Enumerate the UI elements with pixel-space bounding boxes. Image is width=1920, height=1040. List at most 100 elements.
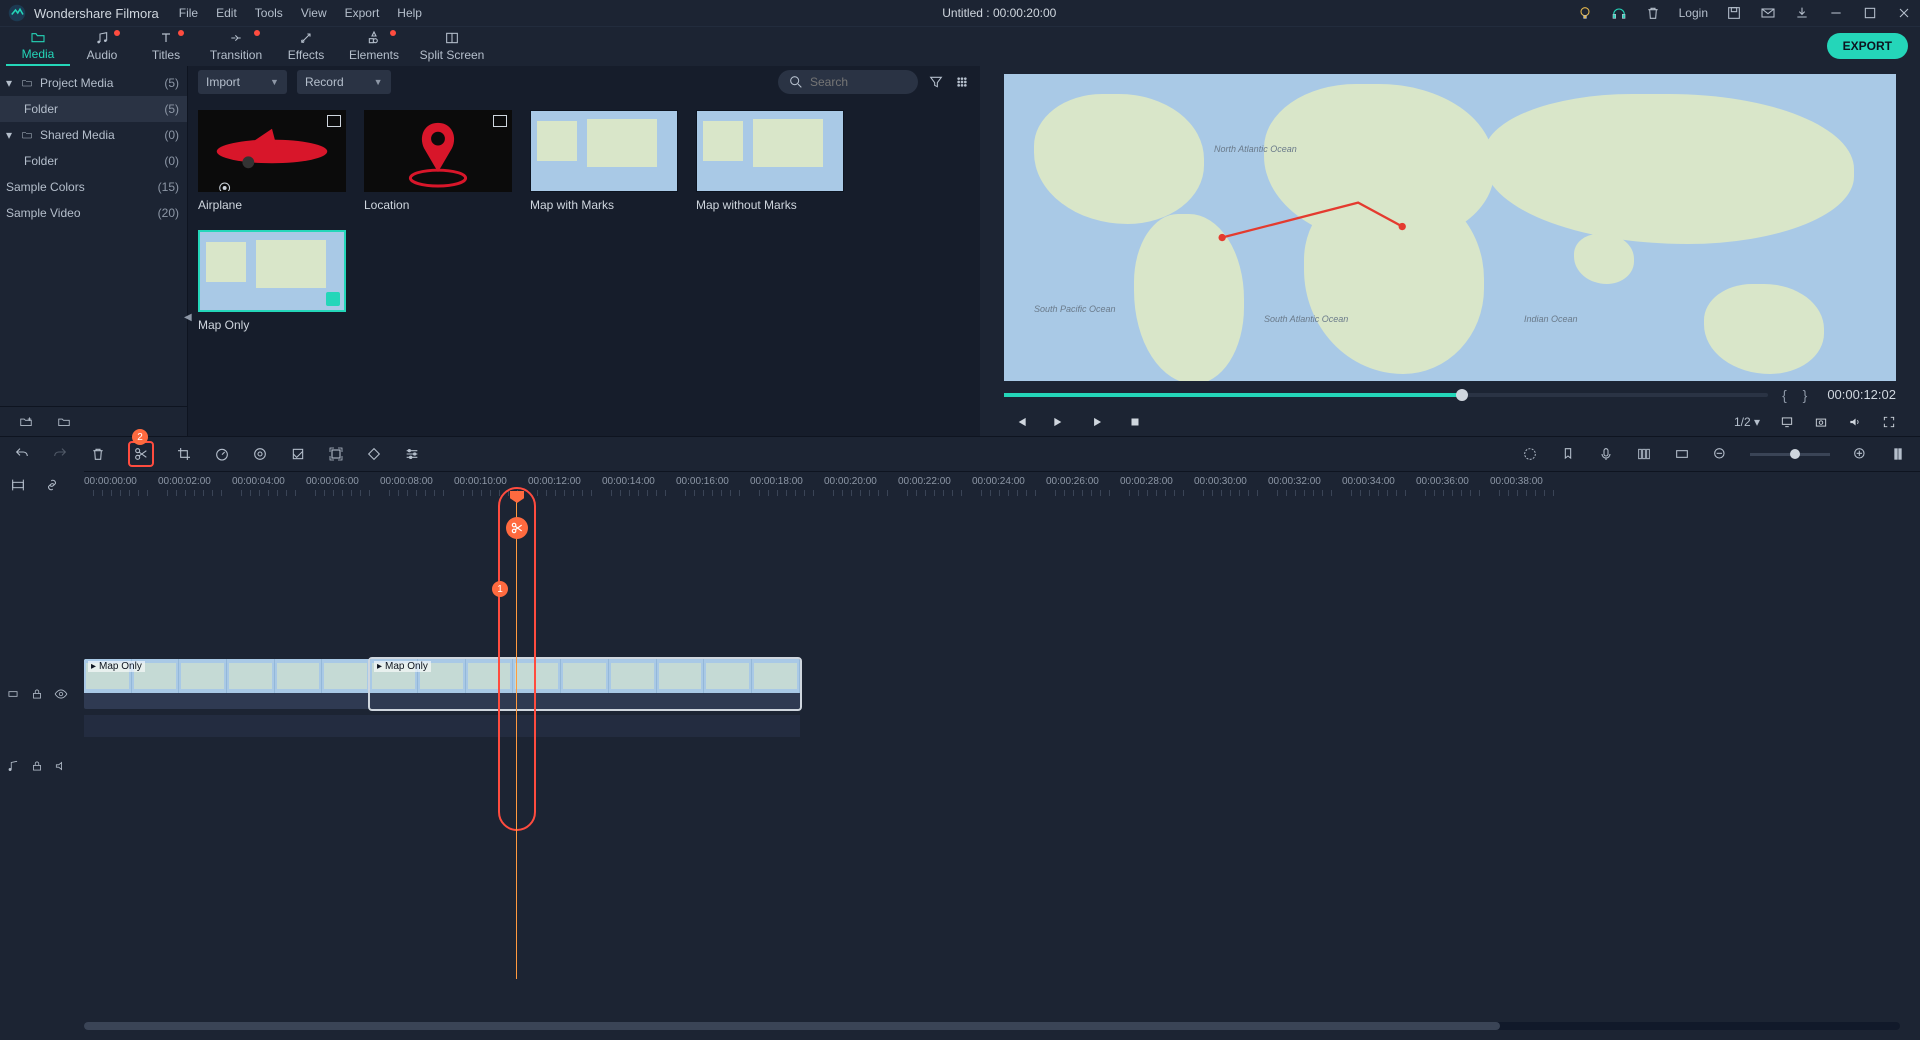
prev-frame-icon[interactable]	[1014, 415, 1028, 429]
undo-icon[interactable]	[14, 446, 30, 462]
preview-panel: North Atlantic Ocean South Pacific Ocean…	[980, 66, 1920, 436]
transition-icon	[228, 30, 244, 46]
media-item-map-nomarks[interactable]: Map without Marks	[696, 110, 844, 212]
volume-icon[interactable]	[1848, 415, 1862, 429]
voiceover-icon[interactable]	[1598, 446, 1614, 462]
maximize-icon[interactable]	[1862, 5, 1878, 21]
import-dropdown[interactable]: Import▼	[198, 70, 287, 94]
lock-icon[interactable]	[30, 687, 44, 701]
next-frame-icon[interactable]	[1052, 415, 1066, 429]
timeline-ruler[interactable]: 00:00:00:0000:00:02:0000:00:04:0000:00:0…	[84, 471, 1920, 499]
clip-map-only-1[interactable]: ▸Map Only	[84, 659, 370, 709]
sidebar-item-folder-1[interactable]: Folder(5)	[0, 96, 187, 122]
filter-icon[interactable]	[928, 74, 944, 90]
preview-progress[interactable]	[1004, 393, 1768, 397]
collapse-sidebar-icon[interactable]: ◀	[184, 312, 192, 323]
stop-icon[interactable]	[1128, 415, 1142, 429]
grid-view-icon[interactable]	[954, 74, 970, 90]
menu-help[interactable]: Help	[397, 6, 422, 20]
mail-icon[interactable]	[1760, 5, 1776, 21]
preview-timecode: 00:00:12:02	[1827, 387, 1896, 402]
sidebar-item-sample-video[interactable]: Sample Video(20)	[0, 200, 187, 226]
menu-export[interactable]: Export	[345, 6, 380, 20]
sidebar-item-project-media[interactable]: ▾Project Media(5)	[0, 70, 187, 96]
link-icon[interactable]	[44, 477, 60, 493]
marker-icon[interactable]	[1560, 446, 1576, 462]
trash-icon[interactable]	[1645, 5, 1661, 21]
display-icon[interactable]	[1780, 415, 1794, 429]
export-button[interactable]: EXPORT	[1827, 33, 1908, 59]
media-item-location[interactable]: Location	[364, 110, 512, 212]
render-icon[interactable]	[1522, 446, 1538, 462]
timeline-playhead[interactable]	[516, 499, 518, 979]
login-link[interactable]: Login	[1679, 6, 1708, 20]
zoom-out-icon[interactable]	[1712, 446, 1728, 462]
delete-icon[interactable]	[90, 446, 106, 462]
tab-splitscreen[interactable]: Split Screen	[410, 26, 494, 66]
timeline-scrollbar[interactable]	[84, 1022, 1900, 1030]
new-folder-icon[interactable]	[18, 415, 34, 429]
speed-icon[interactable]	[214, 446, 230, 462]
lock-icon[interactable]	[30, 759, 44, 773]
redo-icon[interactable]	[52, 446, 68, 462]
play-icon[interactable]	[1090, 415, 1104, 429]
zoom-in-icon[interactable]	[1852, 446, 1868, 462]
tab-transition[interactable]: Transition	[198, 26, 274, 66]
minimize-icon[interactable]	[1828, 5, 1844, 21]
snapshot-icon[interactable]	[1814, 415, 1828, 429]
sidebar-item-shared-media[interactable]: ▾Shared Media(0)	[0, 122, 187, 148]
search-input[interactable]	[810, 75, 900, 89]
mute-icon[interactable]	[54, 759, 68, 773]
lightbulb-icon[interactable]	[1577, 5, 1593, 21]
tab-titles[interactable]: Titles	[134, 26, 198, 66]
menu-tools[interactable]: Tools	[255, 6, 283, 20]
tab-audio[interactable]: Audio	[70, 26, 134, 66]
mixer-icon[interactable]	[1636, 446, 1652, 462]
playhead-split-icon[interactable]	[506, 517, 528, 539]
title-bar: Wondershare Filmora File Edit Tools View…	[0, 0, 1920, 26]
download-icon[interactable]	[1794, 5, 1810, 21]
ripple-icon[interactable]	[10, 477, 26, 493]
search-field[interactable]	[778, 70, 918, 94]
music-note-icon[interactable]	[6, 759, 20, 773]
timeline-tracks[interactable]: ▸Map Only ▸Map Only 1	[84, 499, 1920, 979]
menu-bar: File Edit Tools View Export Help	[179, 6, 422, 20]
track-settings-icon[interactable]	[6, 687, 20, 701]
sidebar-item-sample-colors[interactable]: Sample Colors(15)	[0, 174, 187, 200]
preview-scale[interactable]: 1/2 ▾	[1734, 415, 1760, 429]
app-logo-icon	[8, 4, 26, 22]
menu-file[interactable]: File	[179, 6, 198, 20]
fullscreen-icon[interactable]	[1882, 415, 1896, 429]
aspect-icon[interactable]	[1674, 446, 1690, 462]
timeline-settings-icon[interactable]	[1890, 446, 1906, 462]
split-button[interactable]: 2	[128, 441, 154, 467]
tab-elements[interactable]: Elements	[338, 26, 410, 66]
bracket-in-out-icon[interactable]: { }	[1782, 387, 1813, 403]
search-icon	[788, 74, 804, 90]
focus-icon[interactable]	[328, 446, 344, 462]
folder-icon[interactable]	[56, 415, 72, 429]
keyframe-icon[interactable]	[366, 446, 382, 462]
save-icon[interactable]	[1726, 5, 1742, 21]
color-icon[interactable]	[252, 446, 268, 462]
tab-media[interactable]: Media	[6, 26, 70, 66]
media-item-map-only[interactable]: Map Only	[198, 230, 346, 332]
clip-map-only-2[interactable]: ▸Map Only	[370, 659, 800, 709]
preview-viewport[interactable]: North Atlantic Ocean South Pacific Ocean…	[1004, 74, 1896, 381]
sidebar-item-folder-2[interactable]: Folder(0)	[0, 148, 187, 174]
close-icon[interactable]	[1896, 5, 1912, 21]
menu-view[interactable]: View	[301, 6, 327, 20]
eye-icon[interactable]	[54, 687, 68, 701]
greenscreen-icon[interactable]	[290, 446, 306, 462]
record-dropdown[interactable]: Record▼	[297, 70, 391, 94]
crop-icon[interactable]	[176, 446, 192, 462]
media-item-airplane[interactable]: Airplane	[198, 110, 346, 212]
tab-effects[interactable]: Effects	[274, 26, 338, 66]
headphones-icon[interactable]	[1611, 5, 1627, 21]
adjust-icon[interactable]	[404, 446, 420, 462]
media-item-map-marks[interactable]: Map with Marks	[530, 110, 678, 212]
check-icon	[326, 292, 340, 306]
menu-edit[interactable]: Edit	[216, 6, 237, 20]
main-tabs: Media Audio Titles Transition Effects El…	[0, 26, 1920, 66]
zoom-slider[interactable]	[1750, 453, 1830, 456]
